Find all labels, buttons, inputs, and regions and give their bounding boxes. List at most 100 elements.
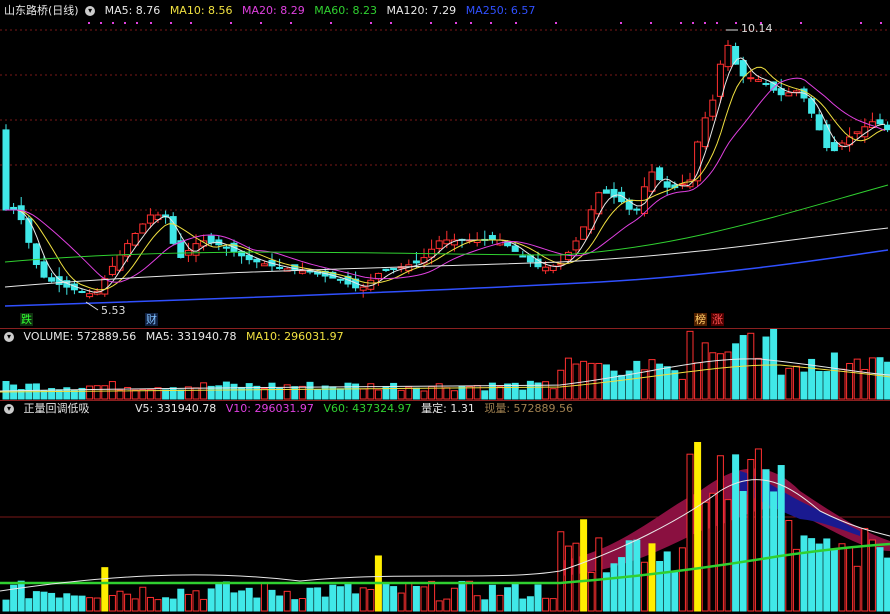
volume-bar: [344, 382, 352, 400]
signal-dot: [735, 22, 737, 24]
indicator-chart[interactable]: [0, 401, 890, 614]
indicator-bar: [321, 596, 329, 612]
signal-dot: [490, 22, 492, 24]
signal-dot: [555, 22, 557, 24]
indicator-bar: [17, 580, 25, 612]
volume-bar: [298, 385, 306, 400]
event-marker-rise[interactable]: 涨: [711, 313, 724, 326]
indicator-bar: [450, 587, 458, 612]
indicator-bar: [732, 454, 740, 612]
candlestick-chart[interactable]: [0, 0, 890, 328]
volume-bar: [754, 357, 762, 400]
signal-dot: [430, 22, 432, 24]
volume-bar: [314, 389, 322, 400]
volume-bar: [770, 329, 778, 400]
indicator-bar: [390, 586, 398, 612]
candle-body: [17, 205, 25, 221]
indicator-bar: [420, 586, 428, 612]
candle-body: [754, 79, 762, 82]
ma120-label: MA120: 7.29: [386, 4, 457, 17]
signal-dot: [390, 22, 392, 24]
candle-body: [701, 117, 709, 148]
volume-bar: [678, 378, 686, 400]
candle-body: [580, 226, 588, 240]
indicator-bar: [496, 594, 504, 612]
candle-body: [48, 277, 56, 282]
volume-bar: [169, 387, 177, 400]
indicator-bar: [777, 465, 785, 612]
volume-bar: [420, 390, 428, 400]
indicator-bar: [329, 584, 337, 612]
volume-pane[interactable]: ▾ VOLUME: 572889.56 MA5: 331940.78 MA10:…: [0, 329, 890, 400]
volume-bar: [792, 365, 800, 400]
volume-bar: [580, 360, 588, 400]
event-marker-list[interactable]: 榜: [694, 313, 707, 326]
volume-bar: [359, 388, 367, 400]
volume-bar: [336, 388, 344, 400]
ma60-label: MA60: 8.23: [314, 4, 377, 17]
indicator-bar: [861, 527, 869, 612]
indicator-bar: [754, 448, 762, 612]
candle-body: [276, 266, 284, 269]
indicator-pane[interactable]: ▾ 正量回调低吸 V5: 331940.78 V10: 296031.97 V6…: [0, 401, 890, 614]
indicator-bar: [792, 548, 800, 612]
candle-body: [435, 240, 443, 249]
signal-dot: [370, 22, 372, 24]
event-marker-finance[interactable]: 财: [145, 313, 158, 326]
volume-ma5: MA5: 331940.78: [145, 330, 237, 343]
signal-dot: [230, 22, 232, 24]
candle-body: [709, 99, 717, 117]
indicator-bar: [291, 599, 299, 612]
indicator-bar: [139, 586, 147, 612]
indicator-bar: [808, 538, 816, 612]
indicator-bar: [610, 563, 618, 612]
candle-body: [762, 82, 770, 85]
indicator-bar: [564, 545, 572, 612]
chevron-down-icon[interactable]: ▾: [4, 404, 14, 414]
volume-bar: [367, 383, 375, 400]
indicator-bar: [534, 584, 542, 612]
signal-dot: [470, 22, 472, 24]
stock-title: 山东路桥(日线): [4, 4, 79, 17]
volume-bar: [200, 382, 208, 400]
indicator-bar: [656, 560, 664, 612]
indicator-bar: [260, 582, 268, 612]
candle-body: [169, 216, 177, 244]
candle-body: [298, 270, 306, 274]
candle-body: [815, 114, 823, 131]
signal-dot: [620, 22, 622, 24]
indicator-bar: [154, 599, 162, 612]
volume-bar: [519, 389, 527, 400]
volume-bar: [595, 362, 603, 400]
indicator-bar: [146, 596, 154, 612]
indicator-bar: [709, 492, 717, 612]
indicator-now: 现量: 572889.56: [484, 402, 574, 415]
candle-body: [823, 124, 831, 149]
indicator-bar: [359, 587, 367, 612]
ma5-label: MA5: 8.76: [104, 4, 161, 17]
indicator-bar: [701, 501, 709, 612]
candle-body: [519, 255, 527, 258]
chevron-down-icon[interactable]: ▾: [85, 6, 96, 16]
indicator-bar: [245, 587, 253, 612]
signal-dot: [515, 22, 517, 24]
indicator-bar: [443, 598, 451, 612]
indicator-bar: [458, 580, 466, 612]
indicator-bar: [238, 590, 246, 612]
price-pane[interactable]: 山东路桥(日线) ▾ MA5: 8.76 MA10: 8.56 MA20: 8.…: [0, 0, 890, 328]
volume-bar: [572, 363, 580, 400]
indicator-legend: ▾ 正量回调低吸 V5: 331940.78 V10: 296031.97 V6…: [4, 402, 579, 416]
signal-dot: [150, 22, 152, 24]
candle-body: [32, 243, 40, 265]
event-marker-fall[interactable]: 跌: [20, 313, 33, 326]
signal-dot: [716, 22, 718, 24]
chevron-down-icon[interactable]: ▾: [4, 332, 14, 342]
volume-bar: [564, 357, 572, 400]
candle-body: [359, 286, 367, 291]
volume-bar: [177, 389, 185, 400]
volume-bar: [526, 380, 534, 400]
indicator-bar: [694, 441, 702, 612]
indicator-bar: [397, 592, 405, 612]
volume-bar: [762, 336, 770, 400]
candle-body: [876, 119, 884, 125]
